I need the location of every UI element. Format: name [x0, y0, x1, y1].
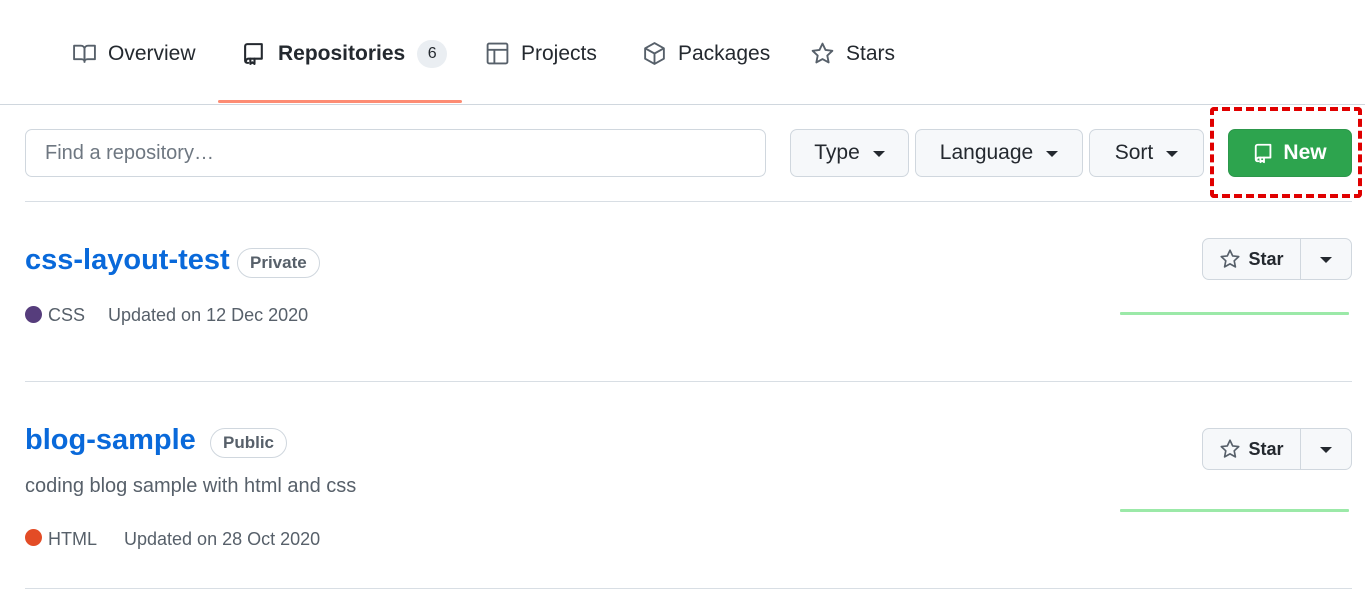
language-filter-button[interactable]: Language [915, 129, 1083, 177]
profile-tabs-nav: Overview Repositories 6 Projects Package… [0, 0, 1365, 105]
star-list-dropdown[interactable] [1301, 429, 1351, 469]
language-color-dot [25, 529, 42, 546]
repo-description: coding blog sample with html and css [25, 475, 357, 497]
caret-down-icon [1046, 151, 1059, 157]
visibility-badge: Public [210, 428, 288, 458]
language-filter-label: Language [939, 141, 1034, 164]
star-button[interactable]: Star [1203, 239, 1301, 279]
activity-sparkline [1120, 509, 1349, 512]
divider [25, 381, 1352, 382]
sort-filter-label: Sort [1114, 141, 1154, 164]
star-icon [1219, 248, 1241, 270]
tab-packages[interactable]: Packages [642, 40, 770, 102]
repo-name-link[interactable]: css-layout-test [25, 244, 230, 277]
visibility-badge: Private [237, 248, 320, 278]
table-icon [485, 41, 510, 66]
selected-tab-underline [218, 100, 462, 103]
star-icon [810, 41, 835, 66]
sort-filter-button[interactable]: Sort [1089, 129, 1204, 177]
new-button-label: New [1283, 141, 1327, 164]
repositories-count-badge: 6 [417, 40, 448, 68]
star-button-label: Star [1248, 438, 1284, 459]
tab-packages-label: Packages [678, 42, 771, 65]
repo-updated: Updated on 12 Dec 2020 [108, 305, 309, 325]
tab-repositories-label: Repositories [278, 42, 406, 65]
tab-projects[interactable]: Projects [485, 40, 597, 102]
tab-stars[interactable]: Stars [810, 40, 895, 102]
find-repository-input[interactable] [25, 129, 766, 177]
star-button[interactable]: Star [1203, 429, 1301, 469]
caret-down-icon [1320, 447, 1332, 453]
language-color-dot [25, 306, 42, 323]
star-button-group: Star [1202, 428, 1352, 470]
star-button-label: Star [1248, 248, 1284, 269]
book-icon [72, 41, 97, 66]
repo-language: HTML [48, 529, 97, 549]
divider [25, 201, 1352, 202]
repo-icon [1253, 142, 1275, 164]
star-button-group: Star [1202, 238, 1352, 280]
package-icon [642, 41, 667, 66]
tab-overview[interactable]: Overview [72, 40, 196, 102]
tab-overview-label: Overview [108, 42, 196, 65]
tab-stars-label: Stars [846, 42, 896, 65]
repo-name-link[interactable]: blog-sample [25, 424, 196, 457]
repo-language: CSS [48, 305, 86, 325]
caret-down-icon [1166, 151, 1179, 157]
new-repository-button[interactable]: New [1228, 129, 1352, 177]
star-icon [1219, 438, 1241, 460]
type-filter-label: Type [814, 141, 860, 164]
activity-sparkline [1120, 312, 1349, 315]
type-filter-button[interactable]: Type [790, 129, 909, 177]
repo-icon [242, 41, 267, 66]
tab-projects-label: Projects [521, 42, 597, 65]
caret-down-icon [872, 151, 885, 157]
tab-repositories[interactable]: Repositories 6 [242, 40, 448, 102]
star-list-dropdown[interactable] [1301, 239, 1351, 279]
divider [25, 588, 1352, 589]
caret-down-icon [1320, 257, 1332, 263]
repo-updated: Updated on 28 Oct 2020 [124, 529, 321, 549]
